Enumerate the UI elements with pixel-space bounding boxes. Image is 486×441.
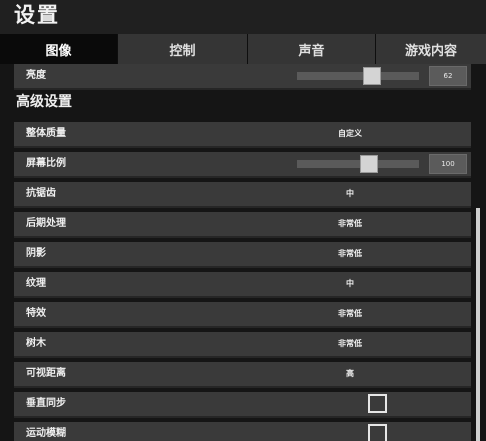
- setting-value[interactable]: 非常低: [320, 242, 380, 266]
- screen-scale-slider[interactable]: [297, 155, 419, 173]
- setting-value[interactable]: 中: [320, 272, 380, 296]
- title-bar: 设置: [0, 0, 486, 34]
- page-title: 设置: [14, 3, 60, 27]
- brightness-row: 亮度 62: [14, 64, 471, 90]
- setting-label: 抗锯齿: [26, 188, 56, 199]
- setting-row-post-processing[interactable]: 后期处理 非常低: [14, 212, 471, 238]
- setting-row-foliage[interactable]: 树木 非常低: [14, 332, 471, 358]
- setting-label: 运动模糊: [26, 428, 66, 439]
- setting-row-vsync: 垂直同步: [14, 392, 471, 418]
- brightness-slider-thumb[interactable]: [363, 67, 381, 85]
- setting-row-screen-scale: 屏幕比例 100: [14, 152, 471, 178]
- tab-controls[interactable]: 控制: [118, 34, 248, 64]
- setting-row-motion-blur: 运动模糊: [14, 422, 471, 441]
- setting-label: 树木: [26, 338, 46, 349]
- setting-value[interactable]: 非常低: [320, 302, 380, 326]
- setting-row-anti-aliasing[interactable]: 抗锯齿 中: [14, 182, 471, 208]
- advanced-settings-header: 高级设置: [16, 94, 72, 110]
- setting-label: 屏幕比例: [26, 158, 66, 169]
- setting-value[interactable]: 高: [320, 362, 380, 386]
- setting-row-effects[interactable]: 特效 非常低: [14, 302, 471, 328]
- vsync-checkbox[interactable]: [368, 394, 387, 413]
- brightness-label: 亮度: [26, 70, 46, 81]
- tab-graphics[interactable]: 图像: [0, 34, 118, 64]
- setting-label: 特效: [26, 308, 46, 319]
- setting-label: 纹理: [26, 278, 46, 289]
- setting-value[interactable]: 非常低: [320, 332, 380, 356]
- settings-panel: 亮度 62 高级设置 整体质量 自定义 屏幕比例 100 抗锯齿 中 后期处理 …: [14, 64, 472, 441]
- screen-scale-value-field[interactable]: 100: [429, 154, 467, 174]
- scrollbar[interactable]: [476, 208, 480, 441]
- tab-bar: 图像 控制 声音 游戏内容: [0, 34, 486, 64]
- setting-value[interactable]: 非常低: [320, 212, 380, 236]
- setting-row-textures[interactable]: 纹理 中: [14, 272, 471, 298]
- setting-row-shadows[interactable]: 阴影 非常低: [14, 242, 471, 268]
- setting-value[interactable]: 自定义: [320, 122, 380, 146]
- motion-blur-checkbox[interactable]: [368, 424, 387, 441]
- tab-sound[interactable]: 声音: [248, 34, 376, 64]
- setting-row-view-distance[interactable]: 可视距离 高: [14, 362, 471, 388]
- setting-row-overall-quality[interactable]: 整体质量 自定义: [14, 122, 471, 148]
- setting-label: 阴影: [26, 248, 46, 259]
- screen-scale-slider-thumb[interactable]: [360, 155, 378, 173]
- brightness-slider[interactable]: [297, 67, 419, 85]
- brightness-value-field[interactable]: 62: [429, 66, 467, 86]
- settings-content: 亮度 62 高级设置 整体质量 自定义 屏幕比例 100 抗锯齿 中 后期处理 …: [0, 64, 486, 441]
- setting-value[interactable]: 中: [320, 182, 380, 206]
- tab-game-content[interactable]: 游戏内容: [376, 34, 486, 64]
- setting-label: 可视距离: [26, 368, 66, 379]
- setting-label: 垂直同步: [26, 398, 66, 409]
- setting-label: 后期处理: [26, 218, 66, 229]
- setting-label: 整体质量: [26, 128, 66, 139]
